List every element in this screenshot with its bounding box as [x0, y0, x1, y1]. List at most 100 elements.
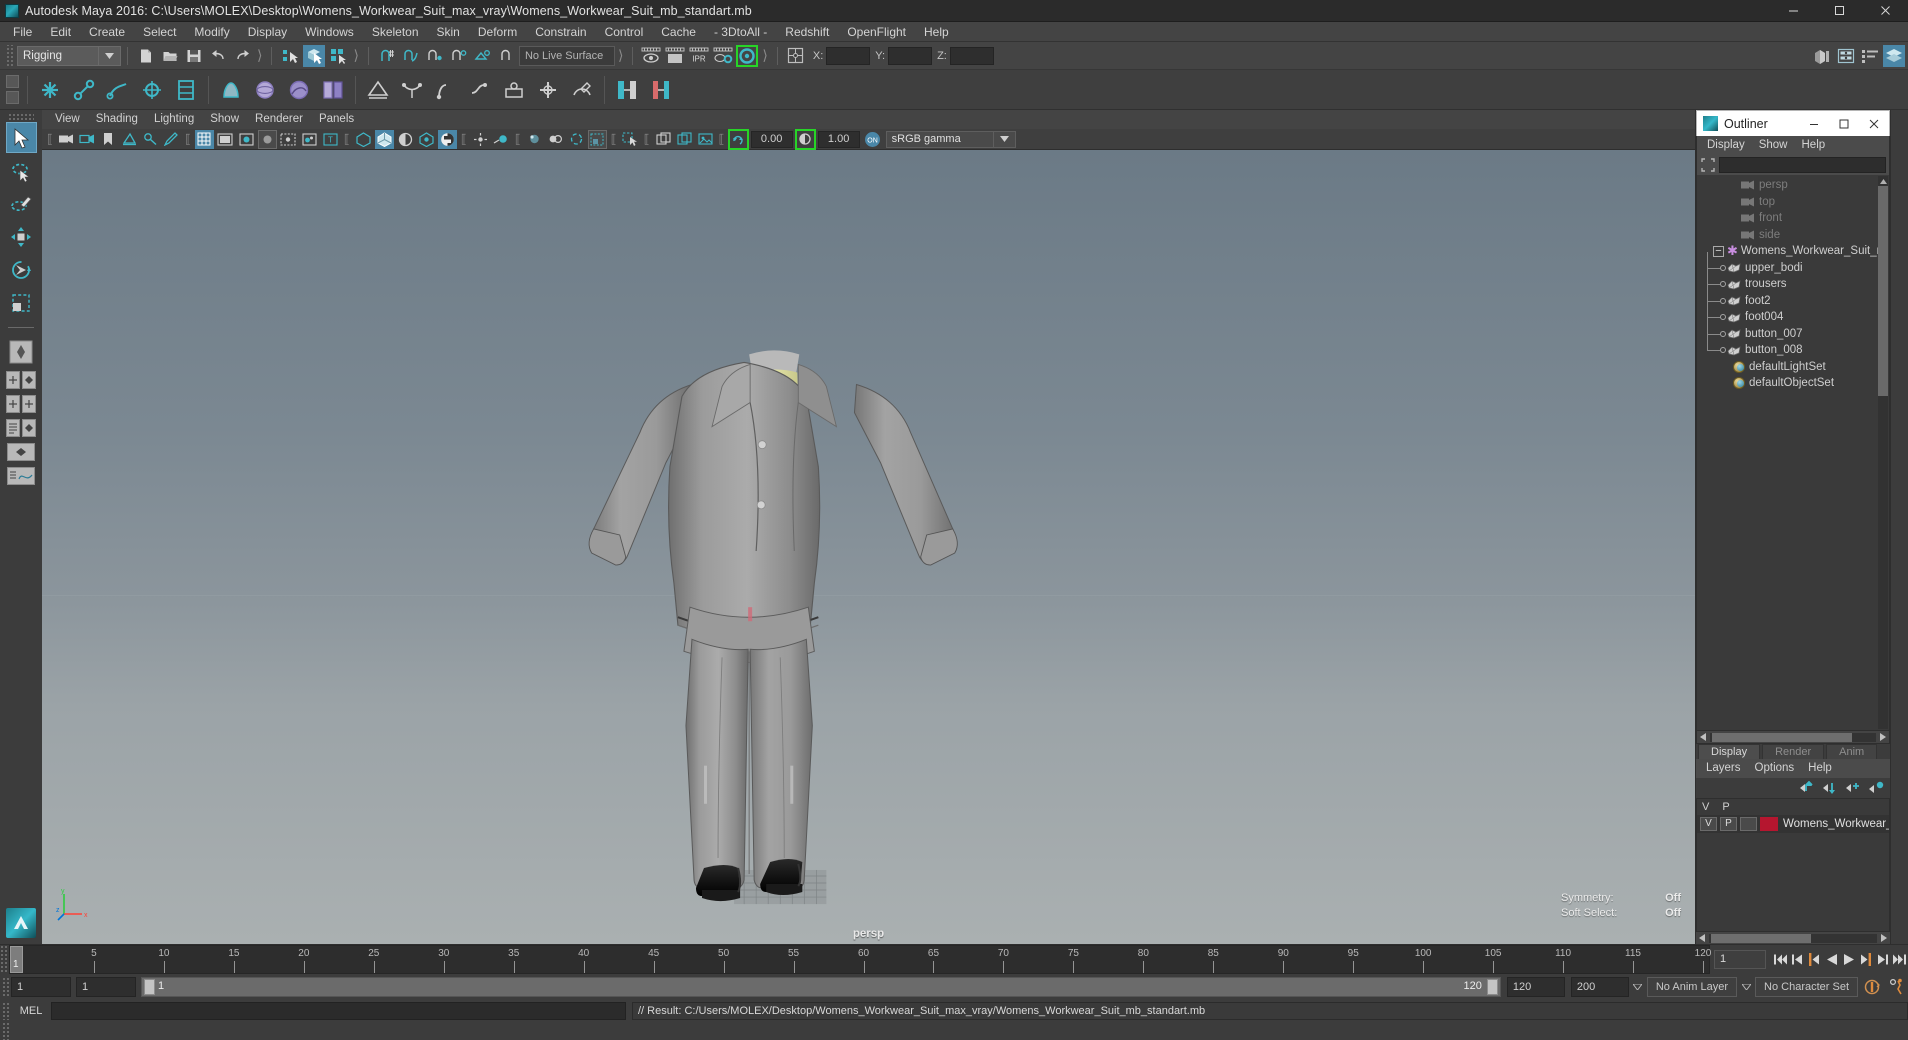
outliner-menu-display[interactable]: Display	[1700, 136, 1752, 155]
texture-checker-icon[interactable]	[437, 129, 457, 149]
color-management-on-icon[interactable]: ON	[863, 130, 882, 149]
menu-constrain[interactable]: Constrain	[526, 22, 595, 42]
redo-icon[interactable]	[231, 45, 253, 67]
select-by-component-type-icon[interactable]	[327, 45, 349, 67]
outliner-item-top[interactable]: top	[1697, 194, 1877, 211]
layer-playback-toggle[interactable]: P	[1720, 817, 1737, 831]
render-current-frame-icon[interactable]	[640, 45, 662, 67]
shelf-cluster-icon[interactable]	[430, 74, 462, 106]
auto-keyframe-toggle-icon[interactable]	[1861, 976, 1883, 998]
range-slider-bar[interactable]: 1 120	[141, 977, 1501, 997]
gradient-background-icon[interactable]	[587, 129, 607, 149]
layer-hscroll-left-arrow[interactable]	[1696, 933, 1708, 944]
outliner-maximize-button[interactable]	[1829, 111, 1859, 137]
step-back-frame-button[interactable]	[1789, 950, 1806, 970]
shadows-icon[interactable]	[300, 130, 319, 149]
shelf-smooth-bind-icon[interactable]	[249, 74, 281, 106]
outliner-hscroll-thumb[interactable]	[1712, 732, 1852, 742]
outliner-menu-help[interactable]: Help	[1795, 136, 1833, 155]
outliner-item-default-object-set[interactable]: defaultObjectSet	[1697, 375, 1877, 392]
animation-preferences-icon[interactable]	[1886, 976, 1908, 998]
menu-file[interactable]: File	[4, 22, 41, 42]
outliner-item-button-007[interactable]: button_007	[1697, 317, 1877, 343]
live-surface-field[interactable]: No Live Surface	[518, 45, 615, 66]
menu-help[interactable]: Help	[915, 22, 958, 42]
xray-active-components-icon[interactable]	[546, 130, 565, 149]
color-profile-select[interactable]: sRGB gamma	[885, 130, 994, 148]
grease-pencil-icon[interactable]	[162, 130, 181, 149]
menu-set-selector[interactable]: Rigging	[17, 45, 99, 66]
gamma-reset-icon[interactable]	[794, 128, 816, 150]
display-layer-editor-icon[interactable]	[654, 130, 673, 149]
shelf-insert-joint-icon[interactable]	[136, 74, 168, 106]
camera-attributes-icon[interactable]	[78, 130, 97, 149]
gamma-value-field[interactable]: 1.00	[817, 130, 860, 148]
outliner-close-button[interactable]	[1859, 111, 1889, 137]
shelf-tab-controls[interactable]	[2, 71, 22, 109]
character-set-selector[interactable]: No Character Set	[1755, 977, 1858, 997]
commandline-gripper[interactable]	[2, 1002, 11, 1020]
open-scene-icon[interactable]	[159, 45, 181, 67]
viewport-snapshot-icon[interactable]	[696, 130, 715, 149]
shelf-skeleton-tool-icon[interactable]	[170, 74, 202, 106]
outliner-search-input[interactable]	[1719, 157, 1886, 173]
coord-x-input[interactable]	[826, 46, 871, 65]
bookmark-icon[interactable]	[99, 130, 118, 149]
layer-hscroll-right-arrow[interactable]	[1878, 933, 1890, 944]
panel-menu-show[interactable]: Show	[202, 110, 247, 129]
menu-set-dropdown-arrow[interactable]	[99, 45, 121, 66]
outliner-item-persp[interactable]: persp	[1697, 177, 1877, 194]
current-frame-field[interactable]: 1	[1714, 950, 1766, 969]
make-live-icon[interactable]	[496, 45, 518, 67]
two-d-pan-zoom-icon[interactable]	[141, 130, 160, 149]
outliner-item-group-root[interactable]: − ✱ Womens_Workwear_Suit_n	[1697, 243, 1883, 260]
new-scene-icon[interactable]	[135, 45, 157, 67]
select-tool-icon[interactable]	[5, 122, 37, 153]
shelf-mirror-skin-weights-icon[interactable]	[317, 74, 349, 106]
anim-layer-dropdown-arrow[interactable]	[1629, 977, 1647, 997]
layer-menu-layers[interactable]: Layers	[1699, 759, 1748, 778]
color-profile-dropdown-arrow[interactable]	[993, 130, 1016, 148]
x-ray-mode-icon[interactable]	[396, 130, 415, 149]
expand-collapse-icon[interactable]: −	[1713, 245, 1724, 257]
exposure-value-field[interactable]: 0.00	[750, 130, 793, 148]
step-back-key-button[interactable]	[1806, 950, 1823, 970]
outliner-item-front[interactable]: front	[1697, 210, 1877, 227]
shelf-create-deformer-icon[interactable]	[362, 74, 394, 106]
shelf-wire-tool-icon[interactable]	[464, 74, 496, 106]
selection-highlight-icon[interactable]	[621, 130, 640, 149]
outliner-item-foot004[interactable]: foot004	[1697, 301, 1877, 326]
outliner-item-button-008[interactable]: button_008	[1697, 334, 1877, 359]
snap-to-point-icon[interactable]	[424, 45, 446, 67]
move-tool-icon[interactable]	[6, 221, 37, 252]
rotate-tool-icon[interactable]	[6, 254, 37, 285]
right-side-bar[interactable]	[1890, 110, 1908, 944]
select-by-hierarchy-icon[interactable]	[279, 45, 301, 67]
coord-z-input[interactable]	[949, 46, 994, 65]
anim-start-time-field[interactable]: 1	[11, 977, 71, 997]
smooth-shade-all-icon[interactable]	[374, 129, 394, 149]
grid-toggle-icon[interactable]	[194, 129, 214, 149]
show-hide-attribute-editor-icon[interactable]	[1811, 45, 1833, 67]
maximize-button[interactable]	[1816, 0, 1862, 22]
menu-select[interactable]: Select	[134, 22, 185, 42]
panel-menu-view[interactable]: View	[47, 110, 88, 129]
panel-menu-panels[interactable]: Panels	[311, 110, 362, 129]
snap-to-curve-icon[interactable]	[400, 45, 422, 67]
menu-cache[interactable]: Cache	[652, 22, 705, 42]
layer-hscroll-thumb[interactable]	[1711, 933, 1811, 943]
step-forward-frame-button[interactable]	[1874, 950, 1891, 970]
scale-tool-icon[interactable]	[6, 287, 37, 318]
isolate-select-icon[interactable]	[525, 130, 544, 149]
outliner-item-trousers[interactable]: trousers	[1697, 268, 1877, 293]
menu-display[interactable]: Display	[239, 22, 296, 42]
shaded-mode-icon[interactable]	[237, 130, 256, 149]
range-end-time-field[interactable]: 120	[1506, 977, 1565, 997]
menu-openflight[interactable]: OpenFlight	[838, 22, 915, 42]
play-backwards-button[interactable]	[1823, 950, 1840, 970]
step-forward-key-button[interactable]	[1857, 950, 1874, 970]
rangeslider-gripper[interactable]	[2, 977, 11, 997]
render-view-toggle-icon[interactable]	[736, 44, 759, 67]
screen-space-ao-icon[interactable]: T	[321, 130, 340, 149]
exposure-reset-icon[interactable]	[727, 128, 749, 150]
